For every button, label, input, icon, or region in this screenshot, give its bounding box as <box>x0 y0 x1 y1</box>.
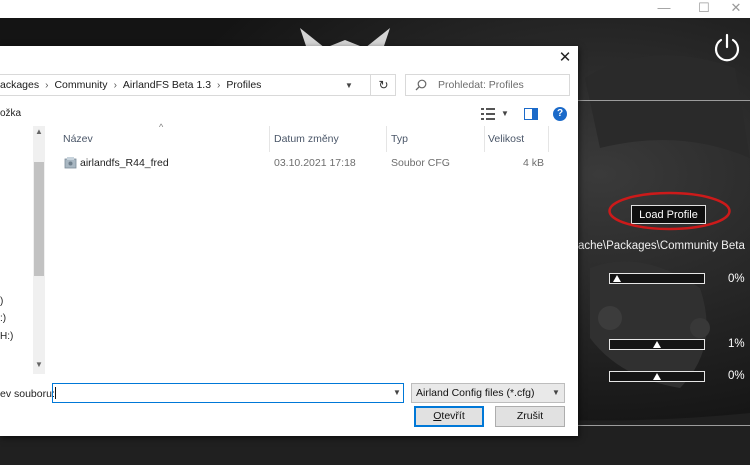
maximize-button[interactable]: ☐ <box>690 0 718 18</box>
text-caret <box>55 387 56 399</box>
nav-drive-item[interactable]: :) <box>0 313 6 324</box>
nav-drive-item[interactable]: ) <box>0 296 3 307</box>
column-separator[interactable] <box>269 126 270 152</box>
scroll-down-icon[interactable]: ▼ <box>35 360 43 369</box>
divider-line <box>578 100 750 101</box>
config-file-icon <box>64 157 77 169</box>
breadcrumb-airlandfs[interactable]: AirlandFS Beta 1.3 <box>123 79 211 91</box>
view-dropdown-icon[interactable]: ▼ <box>501 109 509 118</box>
open-file-dialog: ✕ ackages › Community › AirlandFS Beta 1… <box>0 46 578 436</box>
slider-thumb[interactable] <box>653 373 661 380</box>
nav-drive-item[interactable]: H:) <box>0 331 13 342</box>
navigation-pane[interactable]: ) :) H:) ▲ ▼ <box>0 126 46 374</box>
file-type: Soubor CFG <box>391 157 450 169</box>
slider-percent: 0% <box>728 370 745 382</box>
nav-scrollbar[interactable]: ▲ ▼ <box>33 126 45 374</box>
breadcrumb-community[interactable]: Community <box>54 79 107 91</box>
open-button-label: tevřít <box>441 410 465 422</box>
refresh-button[interactable]: ↻ <box>370 75 396 95</box>
file-date: 03.10.2021 17:18 <box>274 157 356 169</box>
close-button[interactable]: ✕ <box>722 0 750 18</box>
filename-input[interactable]: ▼ <box>52 383 404 403</box>
filename-dropdown-icon[interactable]: ▼ <box>393 388 401 397</box>
scrollbar-thumb[interactable] <box>34 162 44 276</box>
file-list[interactable]: ^ Název Datum změny Typ Velikost airland… <box>47 122 572 374</box>
file-size: 4 kB <box>523 157 545 169</box>
open-button[interactable]: Otevřít <box>414 406 484 427</box>
power-icon[interactable] <box>712 33 742 63</box>
slider-thumb[interactable] <box>653 341 661 348</box>
view-options-icon[interactable] <box>481 108 495 120</box>
slider-thumb[interactable] <box>613 275 621 282</box>
address-bar[interactable]: ackages › Community › AirlandFS Beta 1.3… <box>0 74 396 96</box>
slider[interactable] <box>609 339 705 350</box>
background-titlebar: — ☐ ✕ <box>0 0 750 18</box>
new-folder-button[interactable]: ožka <box>0 108 21 119</box>
filetype-select[interactable]: Airland Config files (*.cfg) ▼ <box>411 383 565 403</box>
search-input[interactable]: Prohledat: Profiles <box>405 74 570 96</box>
breadcrumb-profiles[interactable]: Profiles <box>226 79 261 91</box>
search-icon <box>415 79 427 91</box>
sort-indicator-icon: ^ <box>159 122 164 132</box>
search-placeholder: Prohledat: Profiles <box>438 79 524 91</box>
filetype-selected-value: Airland Config files (*.cfg) <box>416 387 535 399</box>
column-separator[interactable] <box>386 126 387 152</box>
file-row[interactable]: airlandfs_R44_fred 03.10.2021 17:18 Soub… <box>47 154 572 172</box>
slider-percent: 1% <box>728 338 745 350</box>
minimize-button[interactable]: — <box>650 0 678 18</box>
help-icon[interactable]: ? <box>553 107 567 121</box>
preview-pane-icon[interactable] <box>524 108 538 120</box>
breadcrumb-separator[interactable]: › <box>114 80 117 91</box>
breadcrumb-packages[interactable]: ackages <box>0 79 39 91</box>
file-name[interactable]: airlandfs_R44_fred <box>80 157 169 169</box>
slider-percent: 0% <box>728 273 745 285</box>
scroll-up-icon[interactable]: ▲ <box>35 127 43 136</box>
column-header-name[interactable]: Název <box>63 133 93 145</box>
breadcrumb-separator[interactable]: › <box>217 80 220 91</box>
column-header-type[interactable]: Typ <box>391 133 408 145</box>
filename-label: ev souboru: <box>0 388 55 400</box>
column-header-size[interactable]: Velikost <box>488 133 524 145</box>
address-dropdown-icon[interactable]: ▼ <box>345 81 353 90</box>
dialog-close-button[interactable]: ✕ <box>553 48 577 68</box>
slider[interactable] <box>609 371 705 382</box>
column-separator[interactable] <box>548 126 549 152</box>
breadcrumb-separator[interactable]: › <box>45 80 48 91</box>
filetype-dropdown-icon[interactable]: ▼ <box>552 384 560 402</box>
divider-line <box>578 425 750 426</box>
cancel-button[interactable]: Zrušit <box>495 406 565 427</box>
slider[interactable] <box>609 273 705 284</box>
packages-path-text: ache\Packages\Community Beta <box>578 240 745 252</box>
column-header-date[interactable]: Datum změny <box>274 133 339 145</box>
column-separator[interactable] <box>484 126 485 152</box>
red-annotation-circle <box>608 191 731 231</box>
